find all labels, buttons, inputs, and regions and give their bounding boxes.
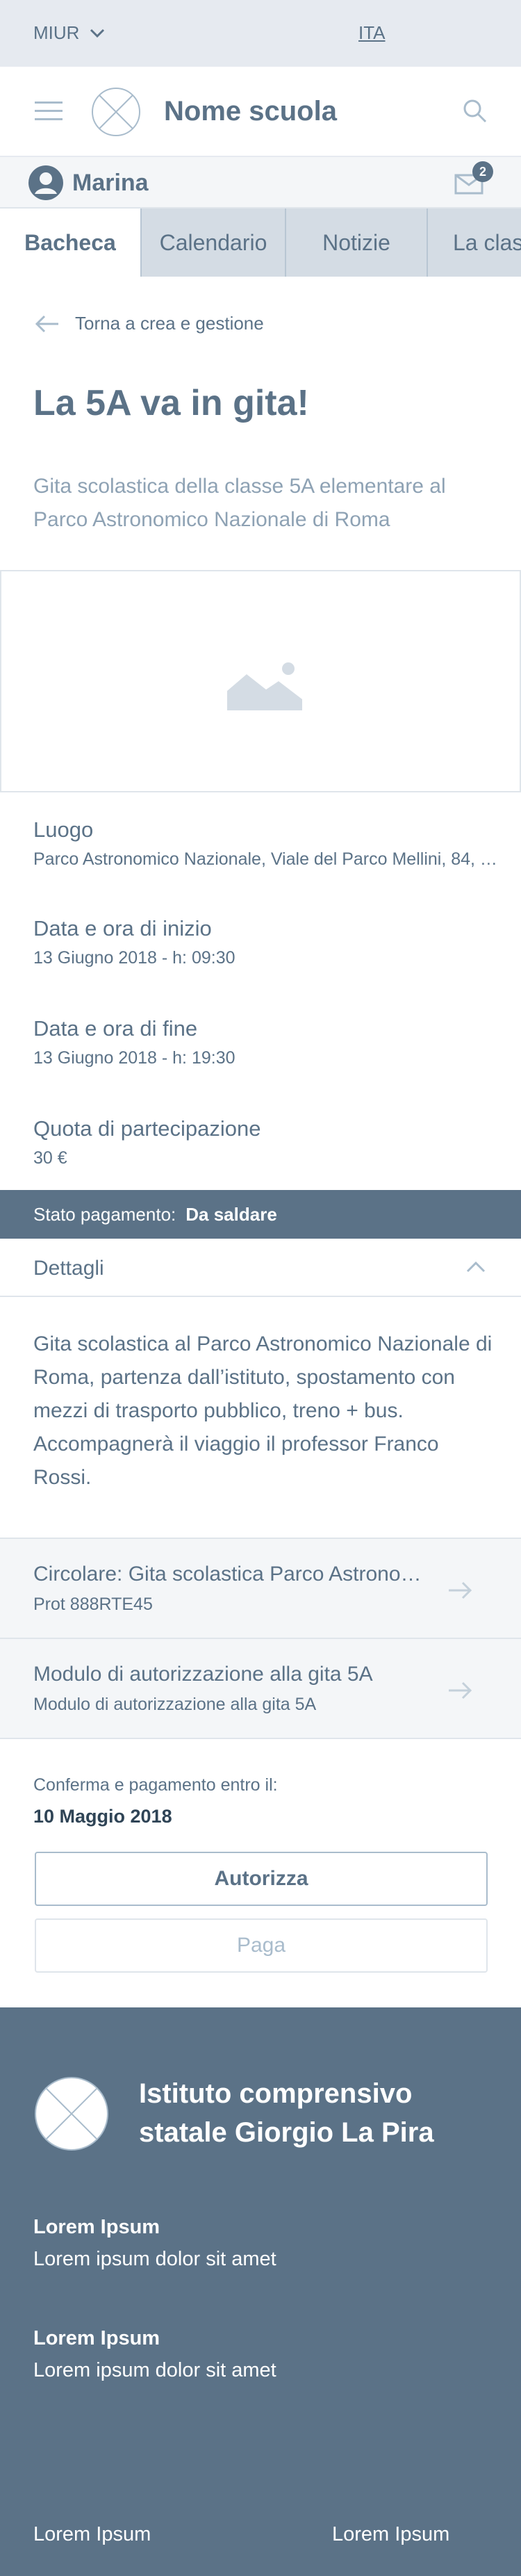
site-header: Nome scuola: [0, 67, 521, 157]
school-name[interactable]: Nome scuola: [164, 96, 337, 127]
info-value: 13 Giugno 2018 - h: 09:30: [33, 948, 235, 968]
tab-calendario[interactable]: Calendario: [142, 209, 286, 277]
menu-icon[interactable]: [35, 101, 63, 121]
org-selector[interactable]: MIUR: [33, 22, 106, 44]
search-icon[interactable]: [461, 97, 489, 125]
site-footer: Istituto comprensivo statale Giorgio La …: [0, 2007, 521, 2576]
tab-la-classe[interactable]: La classe: [428, 209, 521, 277]
chevron-up-icon: [466, 1261, 486, 1273]
info-luogo: Luogo Parco Astronomico Nazionale, Viale…: [33, 817, 506, 870]
info-label: Quota di partecipazione: [33, 1116, 261, 1141]
footer-text: Lorem ipsum dolor sit amet: [33, 2248, 276, 2270]
document-item[interactable]: Modulo di autorizzazione alla gita 5A Mo…: [0, 1638, 521, 1739]
deadline-date: 10 Maggio 2018: [33, 1806, 172, 1827]
back-link-label: Torna a crea e gestione: [75, 313, 264, 334]
footer-heading: Lorem Ipsum: [33, 2216, 160, 2238]
event-image: [0, 570, 521, 792]
info-value: 13 Giugno 2018 - h: 19:30: [33, 1048, 235, 1068]
tab-bar: Bacheca Calendario Notizie La classe: [0, 209, 521, 277]
tab-notizie[interactable]: Notizie: [286, 209, 428, 277]
footer-link[interactable]: Lorem Ipsum: [332, 2523, 449, 2546]
document-subtitle: Modulo di autorizzazione alla gita 5A: [33, 1695, 317, 1714]
details-text: Gita scolastica al Parco Astronomico Naz…: [33, 1332, 493, 1489]
details-title: Dettagli: [33, 1257, 104, 1280]
footer-link[interactable]: Lorem Ipsum: [33, 2523, 151, 2546]
footer-institute-name: Istituto comprensivo statale Giorgio La …: [139, 2078, 434, 2148]
top-bar: MIUR ITA: [0, 0, 521, 67]
document-title: Circolare: Gita scolastica Parco Astrono…: [33, 1563, 436, 1585]
arrow-right-icon: [449, 1681, 472, 1699]
user-bar: Marina 2: [0, 157, 521, 209]
image-placeholder-icon: [227, 662, 302, 710]
document-title: Modulo di autorizzazione alla gita 5A: [33, 1663, 373, 1686]
info-end: Data e ora di fine 13 Giugno 2018 - h: 1…: [33, 1016, 506, 1068]
authorize-button[interactable]: Autorizza: [35, 1852, 488, 1906]
unread-badge: 2: [472, 161, 493, 182]
info-label: Data e ora di inizio: [33, 916, 212, 940]
info-fee: Quota di partecipazione 30 €: [33, 1116, 506, 1168]
user-icon[interactable]: [28, 165, 64, 201]
info-value: Parco Astronomico Nazionale, Viale del P…: [33, 849, 506, 869]
language-selector[interactable]: ITA: [358, 22, 386, 44]
logo-placeholder-icon: [35, 2077, 108, 2151]
chevron-down-icon: [90, 28, 105, 38]
info-value: 30 €: [33, 1148, 67, 1168]
back-link[interactable]: Torna a crea e gestione: [35, 313, 264, 334]
deadline-label: Conferma e pagamento entro il:: [33, 1775, 278, 1795]
document-item[interactable]: Circolare: Gita scolastica Parco Astrono…: [0, 1538, 521, 1639]
pay-button[interactable]: Paga: [35, 1918, 488, 1973]
footer-text: Lorem ipsum dolor sit amet: [33, 2359, 276, 2381]
details-accordion-header[interactable]: Dettagli: [0, 1239, 521, 1297]
info-start: Data e ora di inizio 13 Giugno 2018 - h:…: [33, 916, 506, 968]
back-arrow-icon: [35, 315, 58, 332]
org-label: MIUR: [33, 22, 80, 43]
arrow-right-icon: [449, 1581, 472, 1599]
page-title: La 5A va in gita!: [33, 383, 309, 423]
page-subtitle: Gita scolastica della classe 5A elementa…: [33, 475, 446, 531]
payment-status-label: Stato pagamento:: [33, 1203, 176, 1225]
tab-bacheca[interactable]: Bacheca: [0, 209, 142, 277]
logo-placeholder-icon: [92, 88, 140, 136]
user-name[interactable]: Marina: [72, 170, 149, 197]
payment-status-bar: Stato pagamento: Da saldare: [0, 1190, 521, 1239]
info-label: Data e ora di fine: [33, 1016, 198, 1041]
info-label: Luogo: [33, 817, 94, 842]
document-subtitle: Prot 888RTE45: [33, 1595, 153, 1614]
footer-heading: Lorem Ipsum: [33, 2327, 160, 2349]
payment-status-value: Da saldare: [185, 1203, 277, 1225]
